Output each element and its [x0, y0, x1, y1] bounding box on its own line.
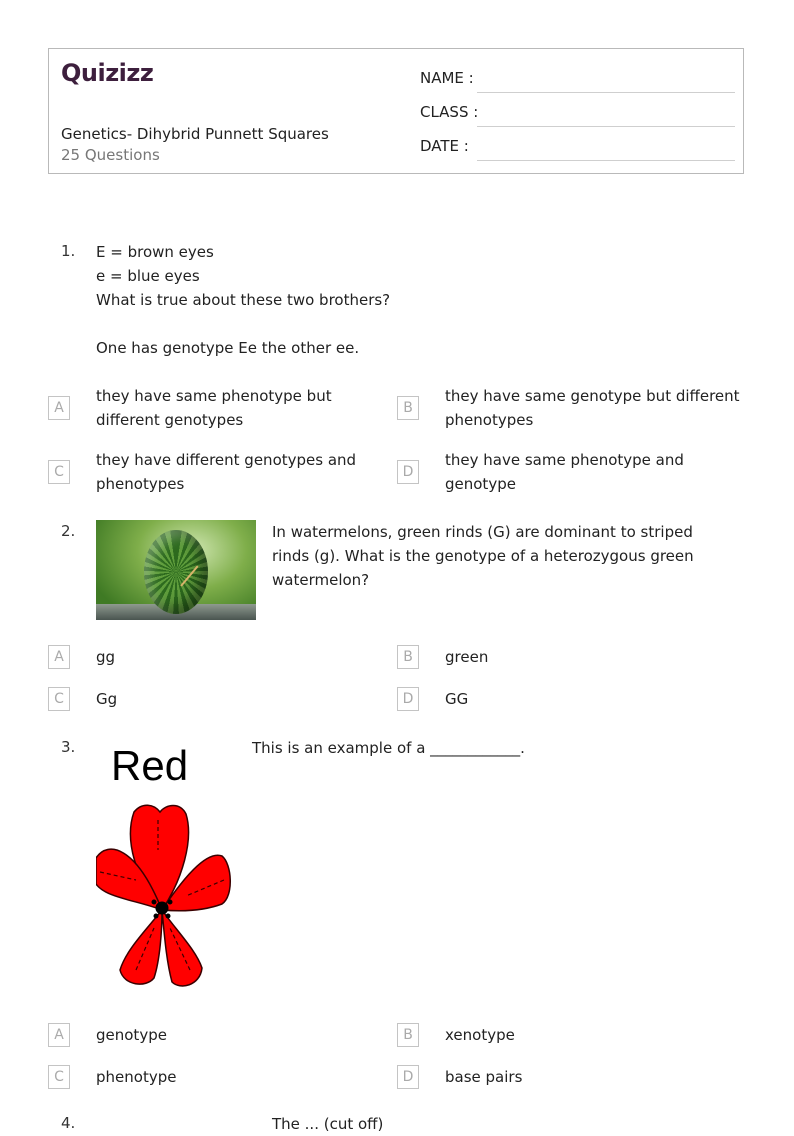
question-text: The ... (cut off) — [272, 1115, 384, 1133]
date-line[interactable] — [477, 160, 735, 161]
option-a-box[interactable]: A — [48, 396, 70, 420]
worksheet-header: Quizizz Genetics- Dihybrid Punnett Squar… — [48, 48, 744, 174]
option-d-box[interactable]: D — [397, 687, 419, 711]
question-line: One has genotype Ee the other ee. — [96, 339, 360, 357]
option-a-box[interactable]: A — [48, 645, 70, 669]
class-label: CLASS : — [420, 103, 479, 121]
option-c-text[interactable]: Gg — [96, 687, 396, 711]
question-text: In watermelons, green rinds (G) are domi… — [272, 523, 694, 589]
option-b-text[interactable]: xenotype — [445, 1023, 745, 1047]
question-line: E = brown eyes — [96, 243, 214, 261]
question-line: What is true about these two brothers? — [96, 291, 391, 309]
option-b-box[interactable]: B — [397, 396, 419, 420]
name-field[interactable]: NAME : — [420, 69, 735, 93]
question-number: 2. — [61, 522, 76, 540]
class-field[interactable]: CLASS : — [420, 103, 735, 127]
question-number: 1. — [61, 242, 76, 260]
question-text: E = brown eyes e = blue eyes What is tru… — [96, 240, 390, 360]
option-a-text[interactable]: genotype — [96, 1023, 396, 1047]
option-b-text[interactable]: green — [445, 645, 745, 669]
worksheet-title: Genetics- Dihybrid Punnett Squares — [61, 125, 329, 143]
option-b-box[interactable]: B — [397, 645, 419, 669]
class-line[interactable] — [477, 126, 735, 127]
watermelon — [144, 530, 208, 614]
date-label: DATE : — [420, 137, 469, 155]
date-field[interactable]: DATE : — [420, 137, 735, 161]
watermelon-image — [96, 520, 256, 620]
option-a-text[interactable]: gg — [96, 645, 396, 669]
option-b-box[interactable]: B — [397, 1023, 419, 1047]
option-c-text[interactable]: phenotype — [96, 1065, 396, 1089]
question-text: This is an example of a ____________. — [252, 739, 525, 757]
option-d-box[interactable]: D — [397, 460, 419, 484]
option-b-text[interactable]: they have same genotype but different ph… — [445, 384, 745, 432]
image-label: Red — [111, 742, 189, 789]
option-c-box[interactable]: C — [48, 1065, 70, 1089]
option-a-box[interactable]: A — [48, 1023, 70, 1047]
option-d-text[interactable]: base pairs — [445, 1065, 745, 1089]
red-flower-image: Red — [96, 740, 236, 1000]
option-c-box[interactable]: C — [48, 460, 70, 484]
question-line-blank — [96, 312, 390, 336]
name-line[interactable] — [477, 92, 735, 93]
option-d-box[interactable]: D — [397, 1065, 419, 1089]
option-c-text[interactable]: they have different genotypes and phenot… — [96, 448, 396, 496]
quizizz-logo: Quizizz — [61, 59, 154, 87]
flower-icon — [96, 804, 231, 987]
question-number: 4. — [61, 1114, 76, 1132]
option-d-text[interactable]: they have same phenotype and genotype — [445, 448, 745, 496]
option-a-text[interactable]: they have same phenotype but different g… — [96, 384, 396, 432]
question-count: 25 Questions — [61, 146, 160, 164]
option-d-text[interactable]: GG — [445, 687, 745, 711]
question-line: e = blue eyes — [96, 267, 200, 285]
question-number: 3. — [61, 738, 76, 756]
option-c-box[interactable]: C — [48, 687, 70, 711]
name-label: NAME : — [420, 69, 474, 87]
